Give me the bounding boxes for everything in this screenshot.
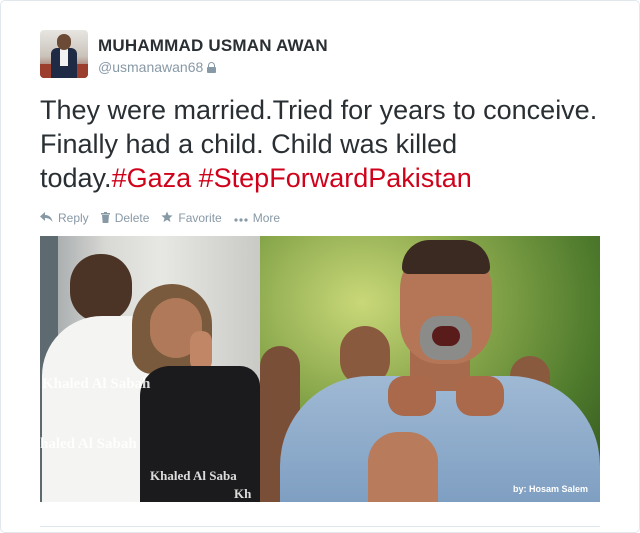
photo-watermark: Khaled Al Sabah	[42, 376, 151, 392]
user-handle[interactable]: @usmanawan68	[98, 59, 203, 75]
handle-row: @usmanawan68	[98, 59, 217, 75]
avatar[interactable]	[40, 30, 88, 78]
photo-credit: by: Hosam Salem	[512, 484, 588, 494]
favorite-button[interactable]: Favorite	[161, 211, 222, 225]
delete-button[interactable]: Delete	[100, 211, 149, 225]
divider	[40, 526, 600, 527]
lock-icon	[207, 61, 217, 73]
photo-watermark: Khaled Al Saba	[150, 468, 237, 483]
reply-button[interactable]: Reply	[40, 211, 89, 225]
photo-watermark: Kh	[234, 486, 252, 501]
star-icon	[161, 211, 173, 225]
photo-left-panel: Khaled Al Sabah haled Al Sabah Khaled Al…	[40, 236, 260, 502]
tweet-photo[interactable]: Khaled Al Sabah haled Al Sabah Khaled Al…	[40, 236, 600, 502]
trash-icon	[100, 211, 110, 225]
tweet-text: They were married.Tried for years to con…	[40, 93, 610, 195]
hashtag-stepforwardpakistan[interactable]: #StepForwardPakistan	[199, 163, 472, 193]
more-dots-icon	[234, 212, 248, 224]
display-name[interactable]: MUHAMMAD USMAN AWAN	[98, 36, 328, 56]
tweet-actions: Reply Delete Favorite More	[40, 209, 292, 227]
more-button[interactable]: More	[234, 211, 280, 225]
hashtag-gaza[interactable]: #Gaza	[112, 163, 192, 193]
reply-icon	[40, 211, 53, 225]
photo-watermark: haled Al Sabah	[40, 436, 137, 452]
photo-right-panel: by: Hosam Salem	[260, 236, 600, 502]
